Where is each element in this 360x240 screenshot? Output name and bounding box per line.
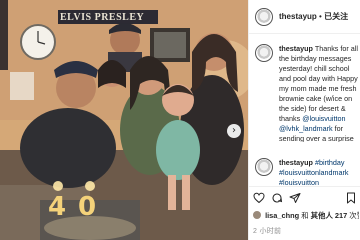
mini-avatar-icon [253,211,261,219]
mention-link[interactable]: @lvhk_landmark [279,124,333,133]
heart-icon[interactable] [253,192,265,204]
family-birthday-photo: 4 0 [0,0,248,240]
hashtag-comment-avatar[interactable] [255,158,273,176]
next-photo-button[interactable]: › [227,124,241,138]
hashtag-link[interactable]: #louisvuittonlandmark [279,168,349,177]
header-username[interactable]: thestayup [279,12,317,21]
caption-username[interactable]: thestayup [279,44,313,53]
hashtag-comment: thestayup #birthday #louisvuittonlandmar… [279,158,360,186]
caption-text: Thanks for all the birthday messages yes… [279,44,358,123]
mention-link[interactable]: @louisvuitton [302,114,345,123]
post-timestamp[interactable]: 2 小时前 [253,226,281,236]
hashtag-link[interactable]: #birthday [315,158,345,167]
likes-suffix: 次赞 [349,211,359,220]
post-actions [249,186,360,206]
avatar[interactable] [255,8,273,26]
hashtag-link[interactable]: #louisvuitton [279,178,319,186]
likes-others[interactable]: 其他人 [311,211,333,220]
hashtag-comment-username[interactable]: thestayup [279,158,313,167]
likes-line: lisa_chng 和 其他人 217 次赞 [253,210,359,221]
likes-and: 和 [299,211,311,220]
header-separator: • [319,12,322,21]
liked-by-user[interactable]: lisa_chng [265,211,299,220]
bookmark-icon[interactable] [345,192,357,204]
caption-avatar[interactable] [255,44,273,62]
post-photo: 4 0 ELVIS PRESLEY › [0,0,248,240]
elvis-sign-text: ELVIS PRESLEY [60,12,145,23]
comment-icon[interactable] [271,192,283,204]
share-icon[interactable] [289,192,301,204]
post-header: thestayup • 已关注 [249,0,360,34]
svg-text:0: 0 [78,192,96,222]
post-sidebar: thestayup • 已关注 thestayup Thanks for all… [248,0,360,240]
follow-status-button[interactable]: 已关注 [324,12,348,21]
svg-text:4: 4 [48,192,66,222]
likes-count[interactable]: 217 [335,211,347,220]
caption-comment: thestayup Thanks for all the birthday me… [279,44,360,142]
